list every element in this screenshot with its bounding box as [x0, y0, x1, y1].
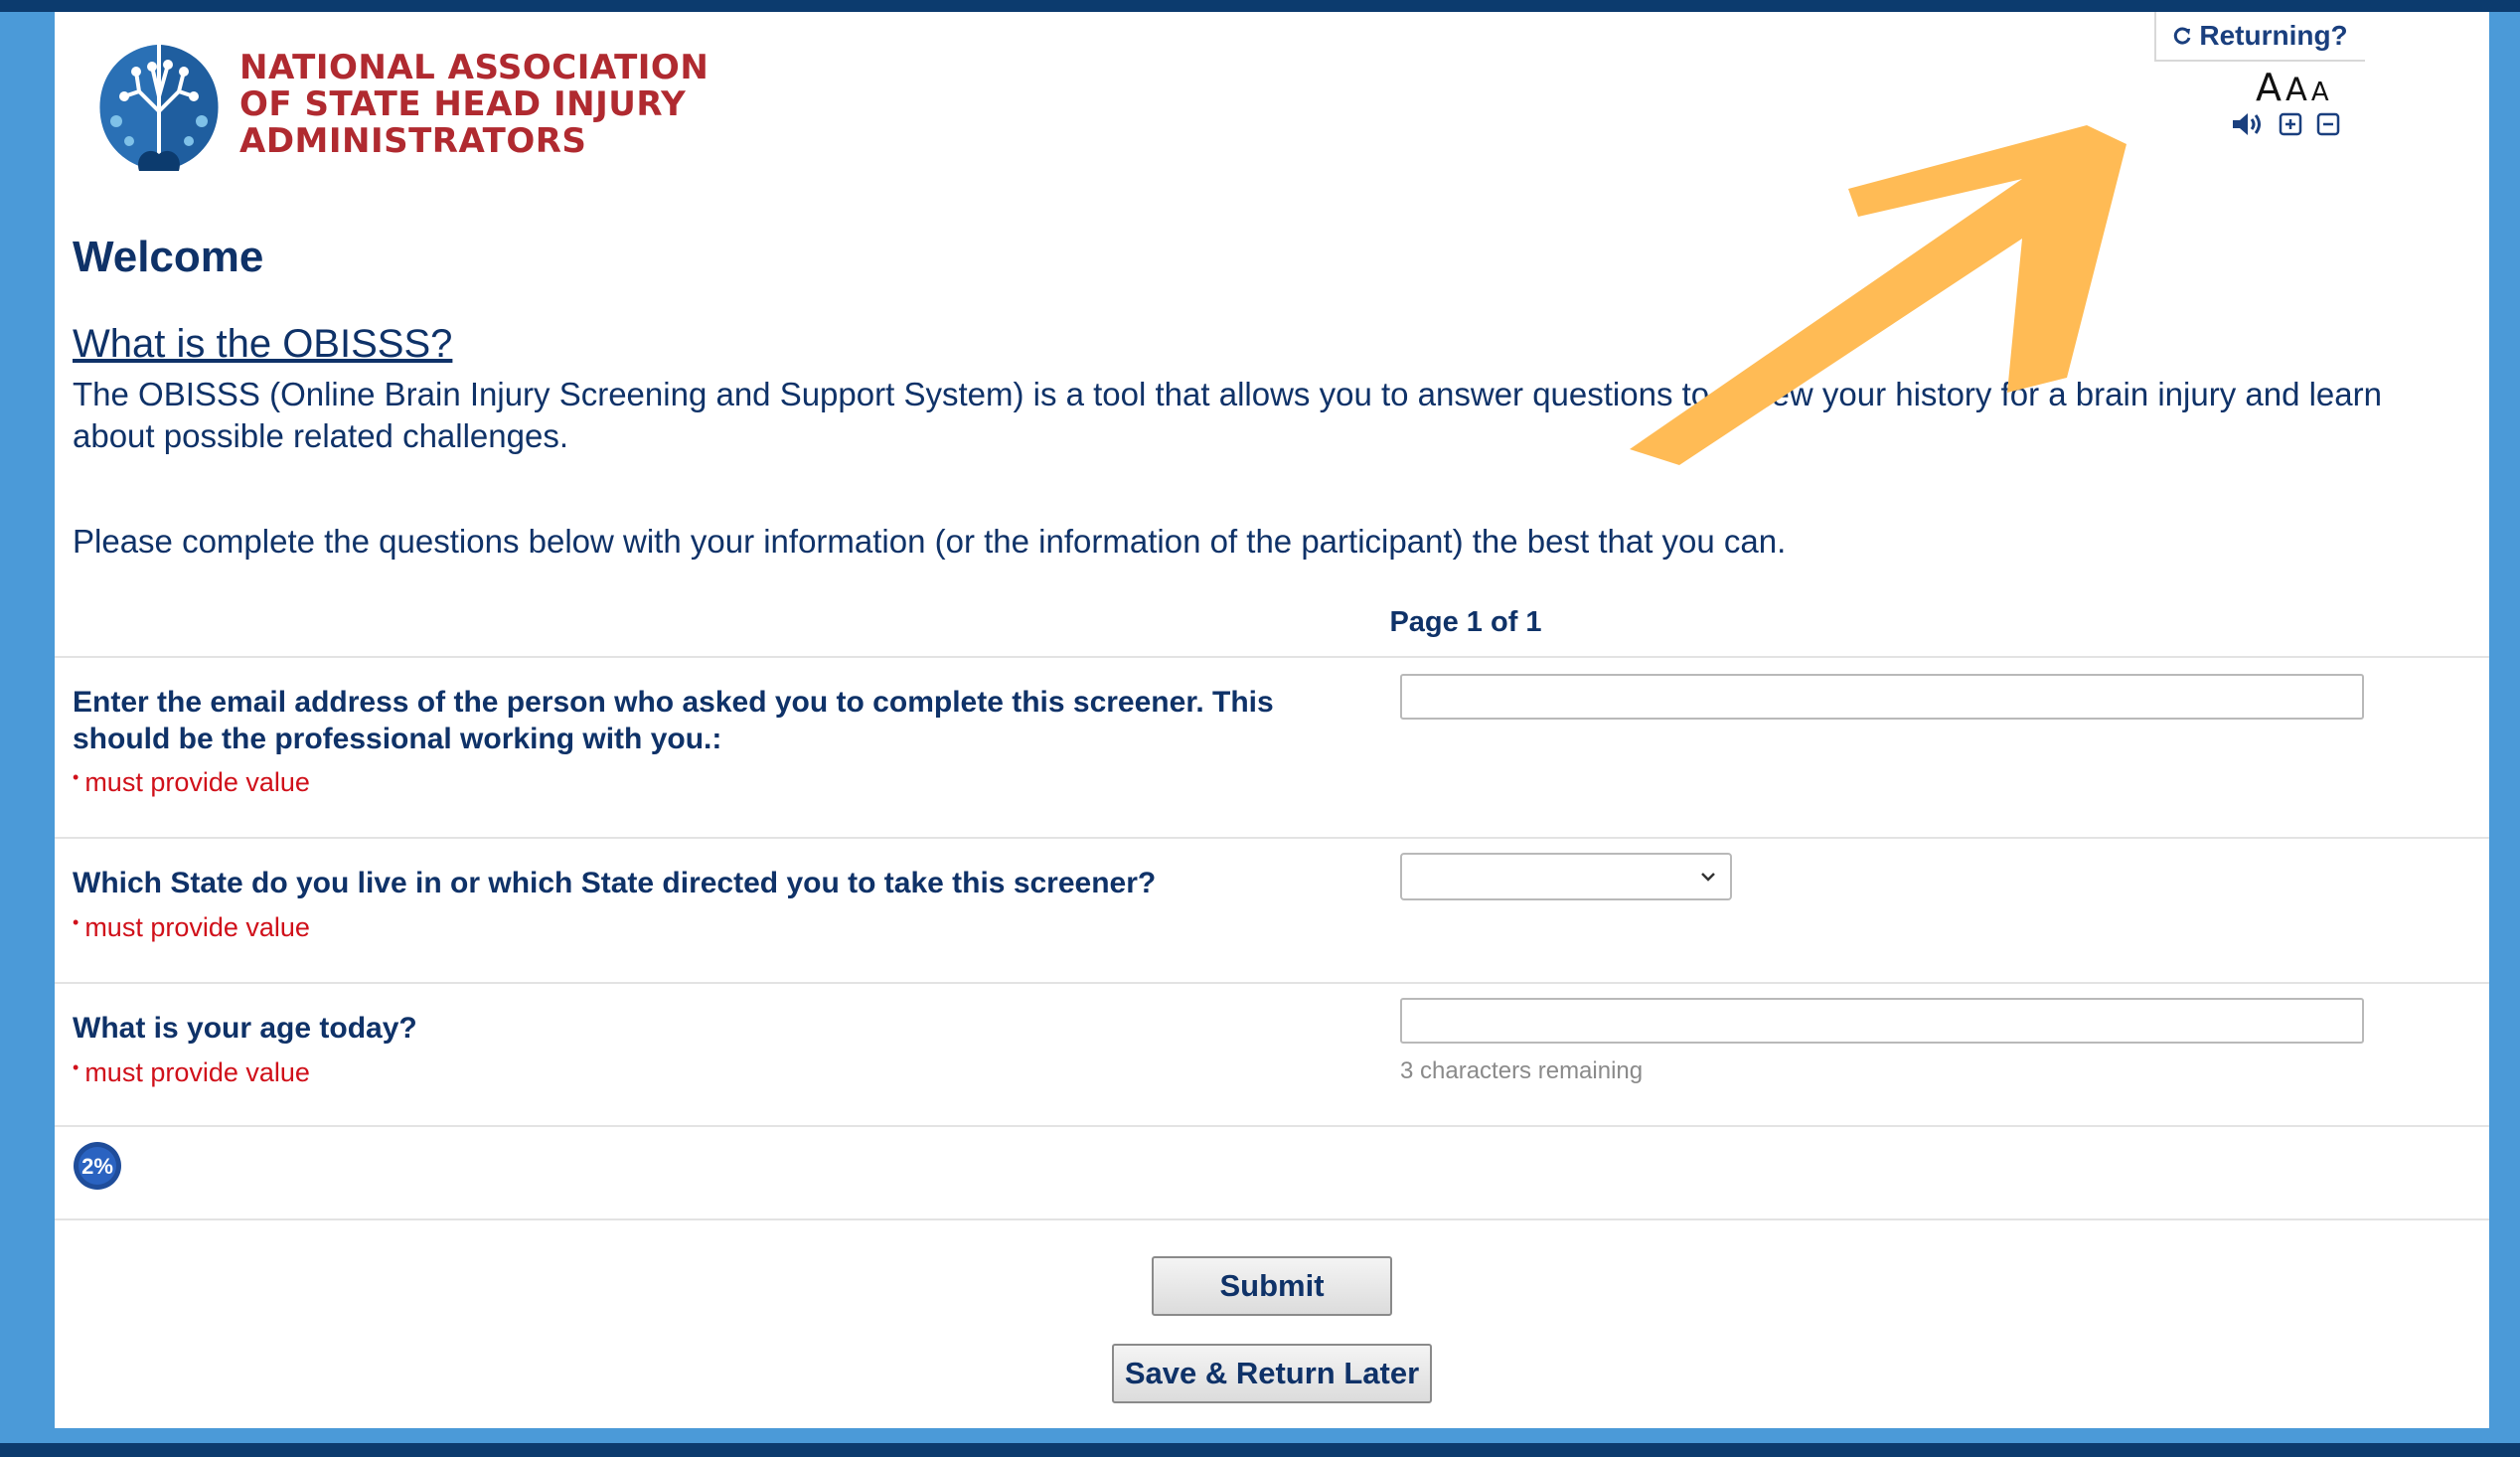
state-question-label: Which State do you live in or which Stat…: [73, 867, 1157, 899]
obisss-description: The OBISSS (Online Brain Injury Screenin…: [73, 376, 2382, 454]
age-field[interactable]: [1400, 998, 2364, 1044]
state-select[interactable]: [1400, 853, 1732, 900]
zoom-in-icon[interactable]: [2279, 112, 2302, 136]
returning-button[interactable]: Returning?: [2154, 12, 2365, 62]
accessibility-tools: [2231, 111, 2340, 137]
survey-page: NATIONAL ASSOCIATION OF STATE HEAD INJUR…: [55, 12, 2489, 1428]
email-question-label: Enter the email address of the person wh…: [73, 686, 1274, 755]
what-is-obisss-heading: What is the OBISSS?: [73, 322, 453, 366]
organization-name: NATIONAL ASSOCIATION OF STATE HEAD INJUR…: [239, 50, 709, 160]
font-size-large-button[interactable]: A: [2256, 66, 2282, 109]
submit-button[interactable]: Submit: [1152, 1256, 1392, 1316]
email-required-note: • must provide value: [73, 767, 310, 797]
org-name-line-2: OF STATE HEAD INJURY: [239, 84, 687, 124]
welcome-heading: Welcome: [73, 233, 264, 281]
age-chars-remaining: 3 characters remaining: [1400, 1057, 1644, 1084]
font-size-medium-button[interactable]: A: [2285, 71, 2307, 108]
divider: [55, 837, 2489, 839]
email-field[interactable]: [1400, 674, 2364, 720]
divider: [55, 1125, 2489, 1127]
divider: [55, 982, 2489, 984]
org-name-line-1: NATIONAL ASSOCIATION: [239, 48, 709, 87]
email-required-text: must provide value: [84, 767, 310, 797]
returning-label: Returning?: [2199, 20, 2348, 51]
top-border: [0, 0, 2520, 12]
org-name-line-3: ADMINISTRATORS: [239, 121, 587, 161]
bottom-border: [0, 1443, 2520, 1457]
age-required-text: must provide value: [84, 1057, 310, 1087]
instructions-text: Please complete the questions below with…: [73, 523, 1787, 560]
zoom-out-icon[interactable]: [2316, 112, 2340, 136]
age-question-label: What is your age today?: [73, 1012, 417, 1045]
nashia-logo-icon: [99, 45, 219, 171]
font-size-controls: A A A: [2256, 66, 2329, 109]
page-indicator: Page 1 of 1: [1389, 606, 1542, 638]
divider: [55, 1218, 2489, 1220]
progress-indicator: 2%: [74, 1142, 121, 1190]
save-return-later-button[interactable]: Save & Return Later: [1112, 1344, 1432, 1403]
speaker-icon[interactable]: [2231, 111, 2265, 137]
progress-label: 2%: [81, 1154, 113, 1179]
state-required-note: • must provide value: [73, 912, 310, 942]
chevron-down-icon: [1701, 873, 1715, 882]
refresh-icon: [2174, 27, 2191, 45]
divider: [55, 656, 2489, 658]
font-size-small-button[interactable]: A: [2311, 78, 2329, 107]
age-required-note: • must provide value: [73, 1057, 310, 1087]
state-required-text: must provide value: [84, 912, 310, 942]
